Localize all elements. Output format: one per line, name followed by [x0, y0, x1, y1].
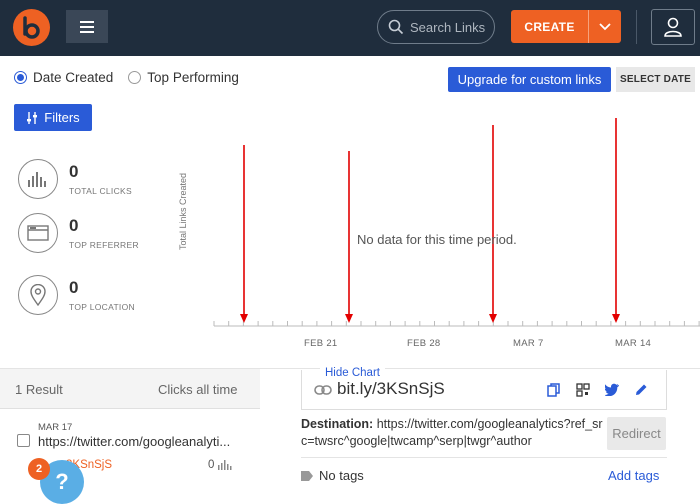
- destination-label: Destination:: [301, 417, 374, 431]
- total-clicks-label: TOTAL CLICKS: [69, 186, 132, 196]
- top-referrer-label: TOP REFERRER: [69, 240, 139, 250]
- qr-code-icon[interactable]: [576, 383, 590, 397]
- edit-pencil-icon[interactable]: [635, 383, 648, 396]
- hamburger-menu-button[interactable]: [66, 10, 108, 43]
- top-location-value: 0: [69, 278, 79, 297]
- bitly-logo-icon: [22, 15, 40, 39]
- search-input[interactable]: [410, 19, 490, 35]
- results-sort-label[interactable]: Clicks all time: [158, 382, 237, 397]
- chart-y-axis-label: Total Links Created: [178, 172, 188, 250]
- list-item[interactable]: MAR 17 https://twitter.com/googleanalyti…: [0, 409, 260, 493]
- stat-total-clicks: 0 TOTAL CLICKS: [18, 159, 132, 199]
- create-dropdown-button[interactable]: [588, 10, 621, 43]
- annotation-arrowhead: [612, 314, 620, 323]
- stat-top-referrer: 0 TOP REFERRER: [18, 213, 139, 253]
- user-icon: [664, 17, 682, 37]
- redirect-button[interactable]: Redirect: [607, 417, 666, 450]
- x-tick-label: FEB 21: [304, 338, 338, 349]
- top-navigation-bar: CREATE: [0, 0, 700, 56]
- detail-short-link[interactable]: bit.ly/3KSnSjS: [337, 379, 445, 399]
- account-button[interactable]: [651, 9, 695, 45]
- browser-window-icon: [27, 225, 49, 241]
- link-title[interactable]: https://twitter.com/googleanalyti...: [38, 434, 230, 449]
- destination-text: Destination: https://twitter.com/googlea…: [301, 416, 606, 450]
- link-clicks-value: 0: [208, 459, 215, 471]
- detail-divider: [301, 457, 667, 458]
- search-box[interactable]: [377, 10, 495, 44]
- bar-chart-icon: [28, 172, 46, 187]
- total-clicks-value: 0: [69, 162, 79, 181]
- stat-icon-circle: [18, 159, 58, 199]
- header-divider: [636, 10, 637, 44]
- filters-label: Filters: [44, 110, 80, 125]
- create-button[interactable]: CREATE: [511, 10, 588, 43]
- hide-chart-button[interactable]: Hide Chart: [320, 366, 385, 380]
- x-tick-label: MAR 7: [513, 338, 544, 349]
- annotation-arrowhead: [240, 314, 248, 323]
- link-date: MAR 17: [38, 422, 73, 433]
- chevron-down-icon: [599, 22, 611, 30]
- upgrade-custom-links-button[interactable]: Upgrade for custom links: [448, 67, 611, 92]
- location-pin-icon: [30, 284, 46, 306]
- link-icon: [314, 385, 332, 395]
- select-date-button[interactable]: SELECT DATE: [616, 67, 695, 92]
- sort-radio-group: Date Created Top Performing: [14, 70, 239, 85]
- stat-icon-circle: [18, 213, 58, 253]
- search-icon: [388, 19, 404, 35]
- filters-button[interactable]: Filters: [14, 104, 92, 131]
- link-checkbox[interactable]: [17, 434, 30, 447]
- sliders-icon: [27, 111, 38, 124]
- create-button-group: CREATE: [511, 10, 621, 43]
- top-performing-radio[interactable]: [128, 71, 142, 84]
- top-performing-label[interactable]: Top Performing: [147, 70, 239, 85]
- top-referrer-value: 0: [69, 216, 79, 235]
- link-clicks: 0: [208, 459, 234, 471]
- copy-icon[interactable]: [547, 383, 561, 397]
- bar-chart-icon: [218, 460, 232, 470]
- x-tick-label: FEB 28: [407, 338, 441, 349]
- annotation-arrowhead: [489, 314, 497, 323]
- bitly-logo[interactable]: [13, 9, 50, 46]
- add-tags-link[interactable]: Add tags: [608, 468, 659, 483]
- tag-icon: [301, 470, 313, 481]
- results-count: 1 Result: [15, 382, 63, 397]
- annotation-arrowhead: [345, 314, 353, 323]
- results-header: 1 Result Clicks all time: [0, 369, 260, 409]
- twitter-icon[interactable]: [605, 383, 620, 396]
- tags-row: No tags: [301, 468, 364, 483]
- top-location-label: TOP LOCATION: [69, 302, 135, 312]
- stat-top-location: 0 TOP LOCATION: [18, 275, 135, 315]
- x-tick-label: MAR 14: [615, 338, 652, 349]
- date-created-radio[interactable]: [14, 71, 27, 84]
- tags-label: No tags: [319, 468, 364, 483]
- notification-badge[interactable]: 2: [28, 458, 50, 480]
- stat-icon-circle: [18, 275, 58, 315]
- hamburger-icon: [80, 20, 94, 33]
- date-created-label[interactable]: Date Created: [33, 70, 113, 85]
- chart-empty-message: No data for this time period.: [357, 232, 517, 247]
